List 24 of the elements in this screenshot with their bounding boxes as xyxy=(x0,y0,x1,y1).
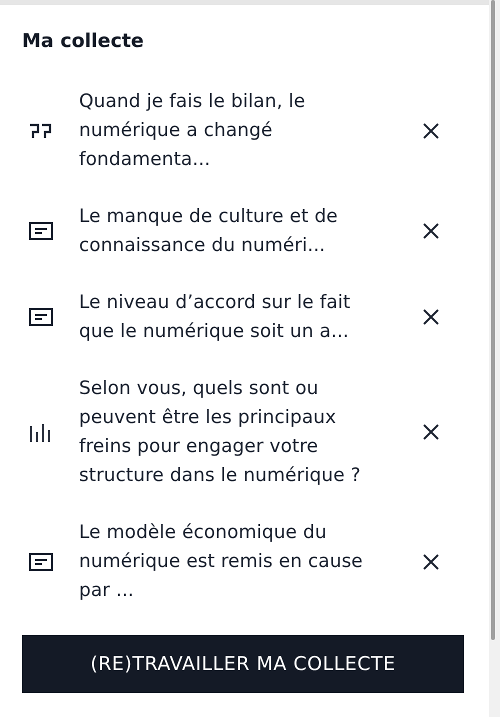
panel-title: Ma collecte xyxy=(22,29,145,53)
collection-item-text[interactable]: Quand je fais le bilan, le numérique a changé fondamenta... xyxy=(79,87,421,174)
scrollbar[interactable] xyxy=(489,0,500,717)
close-icon xyxy=(423,309,439,325)
collection-item-text[interactable]: Le manque de culture et de connaissance du numéri... xyxy=(79,202,421,260)
text-icon xyxy=(29,308,53,326)
scrollbar-thumb[interactable] xyxy=(491,0,495,640)
collection-item-text[interactable]: Le niveau d’accord sur le fait que le numérique soit un a... xyxy=(79,288,421,346)
close-icon xyxy=(423,424,439,440)
close-button[interactable] xyxy=(421,307,441,327)
close-button[interactable] xyxy=(421,422,441,442)
rework-collection-button[interactable]: (RE)TRAVAILLER MA COLLECTE xyxy=(22,635,464,693)
close-icon xyxy=(423,122,439,138)
collection-item-text[interactable]: Selon vous, quels sont ou peuvent être les principaux freins pour engager votre structure dans le numérique ? xyxy=(79,374,421,490)
close-button[interactable] xyxy=(421,552,441,572)
close-icon xyxy=(423,223,439,239)
text-icon xyxy=(29,552,53,570)
collection-item-text[interactable]: Le modèle économique du numérique est remis en cause par ... xyxy=(79,518,421,605)
close-button[interactable] xyxy=(421,221,441,241)
close-button[interactable] xyxy=(421,120,441,140)
bar-chart-icon xyxy=(29,422,53,442)
close-icon xyxy=(423,554,439,570)
quote-icon xyxy=(29,122,53,138)
text-icon xyxy=(29,222,53,240)
